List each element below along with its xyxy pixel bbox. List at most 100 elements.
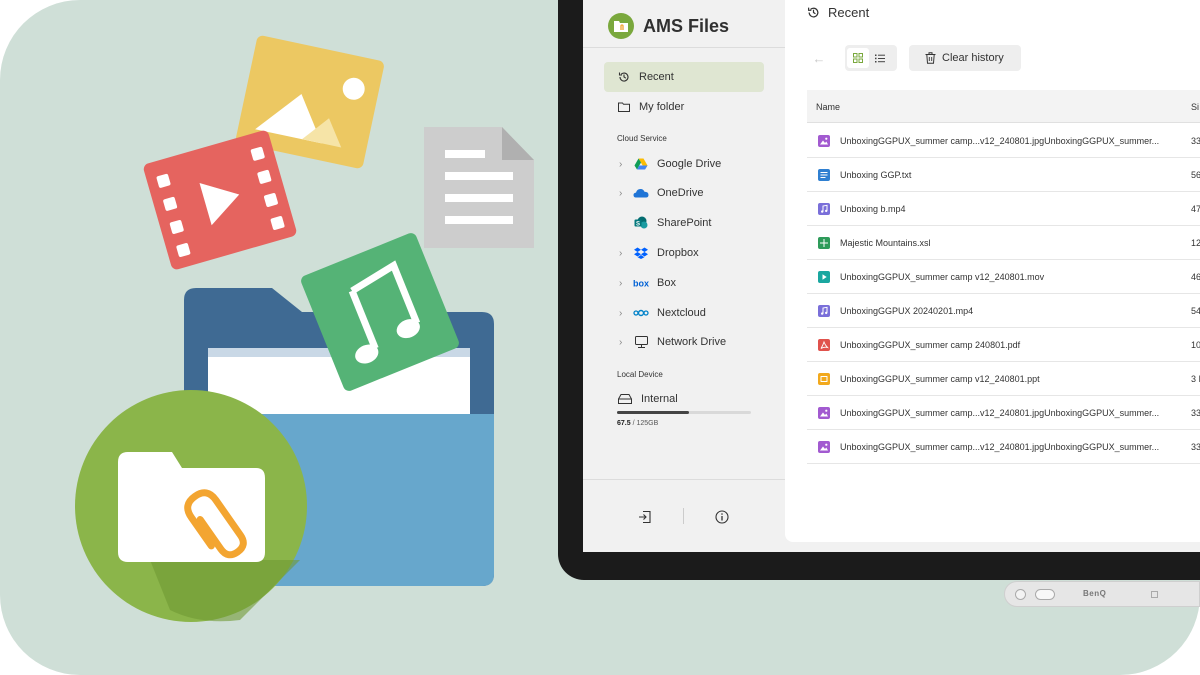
file-size: 33 [1191, 136, 1200, 146]
file-name: UnboxingGGPUX_summer camp 240801.pdf [840, 340, 1021, 350]
chevron-right-icon: › [619, 336, 623, 348]
cloud-label: OneDrive [657, 187, 704, 199]
cloud-item-dropbox[interactable]: › Dropbox [619, 243, 699, 263]
sidebar: AMS Files Recent My folder Cloud Service… [583, 0, 785, 552]
file-name: UnboxingGGPUX_summer camp v12_240801.mov [840, 272, 1045, 282]
audio-file-icon [818, 305, 830, 317]
audio-file-icon [818, 203, 830, 215]
file-name: UnboxingGGPUX_summer camp...v12_240801.j… [840, 136, 1160, 146]
clear-history-button[interactable]: Clear history [909, 45, 1021, 71]
file-size: 33 [1191, 442, 1200, 452]
chevron-right-icon: › [619, 247, 623, 259]
table-row[interactable]: UnboxingGGPUX_summer camp...v12_240801.j… [807, 430, 1200, 464]
storage-usage-fill [617, 411, 690, 414]
info-icon[interactable] [712, 507, 732, 527]
trash-icon [925, 52, 936, 64]
cloud-label: Box [657, 277, 676, 289]
pdf-file-icon [818, 339, 830, 351]
table-row[interactable]: UnboxingGGPUX_summer camp...v12_240801.j… [807, 396, 1200, 430]
file-size: 47 [1191, 204, 1200, 214]
local-section-label: Local Device [617, 370, 663, 379]
storage-usage-bar [617, 411, 751, 414]
local-label: Internal [641, 393, 678, 405]
folder-icon [617, 100, 631, 114]
table-row[interactable]: UnboxingGGPUX_summer camp v12_240801.mov… [807, 260, 1200, 294]
file-name: Unboxing b.mp4 [840, 204, 906, 214]
nav-item-recent[interactable]: Recent [604, 62, 764, 92]
clear-history-label: Clear history [942, 52, 1004, 64]
sidebar-footer [583, 479, 785, 552]
storage-text: 67.5 / 125GB [617, 420, 658, 427]
page-title-text: Recent [828, 5, 870, 20]
slides-file-icon [818, 373, 830, 385]
file-name: Majestic Mountains.xsl [840, 238, 931, 248]
file-size: 33 [1191, 408, 1200, 418]
exit-icon[interactable] [635, 507, 655, 527]
table-row[interactable]: UnboxingGGPUX_summer camp...v12_240801.j… [807, 124, 1200, 158]
local-item-internal[interactable]: Internal [617, 389, 678, 409]
file-name: Unboxing GGP.txt [840, 170, 912, 180]
device-brand: BenQ [1083, 589, 1107, 598]
nav-item-my-folder[interactable]: My folder [604, 92, 764, 122]
arrow-left-icon[interactable]: ← [807, 45, 831, 71]
text-file-icon [818, 169, 830, 181]
table-row[interactable]: Unboxing b.mp4 47 [807, 192, 1200, 226]
video-file-icon [818, 271, 830, 283]
list-view-icon[interactable] [869, 48, 891, 68]
history-icon [617, 70, 631, 84]
table-row[interactable]: Unboxing GGP.txt 56 [807, 158, 1200, 192]
cloud-item-nextcloud[interactable]: › Nextcloud [619, 303, 706, 323]
main-panel: Recent ← Clear history Name Si UnboxingG… [785, 0, 1200, 542]
view-toggle [845, 45, 897, 71]
history-icon [807, 6, 820, 19]
app-logo-illustration [75, 390, 307, 622]
file-name: UnboxingGGPUX_summer camp...v12_240801.j… [840, 442, 1160, 452]
file-size: 10 [1191, 340, 1200, 350]
cloud-label: Network Drive [657, 336, 727, 348]
sheet-file-icon [818, 237, 830, 249]
nav-label: Recent [639, 71, 674, 83]
file-name: UnboxingGGPUX 20240201.mp4 [840, 306, 974, 316]
table-header: Name Si [807, 90, 1200, 123]
file-size: 46 [1191, 272, 1200, 282]
chevron-right-icon: › [619, 187, 623, 199]
app-title: AMS Files [643, 16, 730, 36]
file-size: 12 [1191, 238, 1200, 248]
image-file-icon [818, 135, 830, 147]
grid-view-icon[interactable] [847, 48, 869, 68]
table-row[interactable]: UnboxingGGPUX_summer camp v12_240801.ppt… [807, 362, 1200, 396]
cloud-item-onedrive[interactable]: › OneDrive [619, 183, 703, 203]
cloud-label: SharePoint [657, 217, 712, 229]
app-header: AMS Files [583, 0, 785, 48]
document-illustration [424, 127, 534, 248]
cloud-item-google-drive[interactable]: › Google Drive [619, 154, 721, 174]
file-name: UnboxingGGPUX_summer camp v12_240801.ppt [840, 374, 1040, 384]
cloud-item-box[interactable]: › box Box [619, 273, 676, 293]
box-icon: box [633, 276, 649, 290]
storage-total: / 125GB [630, 420, 659, 427]
app-logo-icon [608, 13, 634, 39]
camera-indicator [1035, 589, 1055, 600]
cloud-item-network-drive[interactable]: › Network Drive [619, 332, 726, 352]
table-row[interactable]: Majestic Mountains.xsl 12 [807, 226, 1200, 260]
svg-text:box: box [633, 279, 649, 289]
file-size: 3 I [1191, 374, 1200, 384]
cloud-label: Nextcloud [657, 307, 706, 319]
app-window: AMS Files Recent My folder Cloud Service… [583, 0, 1200, 552]
column-header-name[interactable]: Name [816, 102, 840, 112]
cloud-label: Google Drive [657, 158, 722, 170]
sharepoint-icon: S [633, 216, 649, 230]
file-size: 54 [1191, 306, 1200, 316]
footer-divider [683, 508, 684, 524]
dropbox-icon [633, 246, 649, 260]
column-header-size[interactable]: Si [1191, 102, 1199, 112]
hard-drive-icon [617, 392, 633, 406]
chevron-right-icon: › [619, 158, 623, 170]
cloud-item-sharepoint[interactable]: S SharePoint [619, 213, 711, 233]
nav-label: My folder [639, 101, 685, 113]
file-name: UnboxingGGPUX_summer camp...v12_240801.j… [840, 408, 1160, 418]
nextcloud-icon [633, 306, 649, 320]
webcam-device: BenQ [1004, 581, 1200, 607]
table-row[interactable]: UnboxingGGPUX 20240201.mp4 54 [807, 294, 1200, 328]
table-row[interactable]: UnboxingGGPUX_summer camp 240801.pdf 10 [807, 328, 1200, 362]
